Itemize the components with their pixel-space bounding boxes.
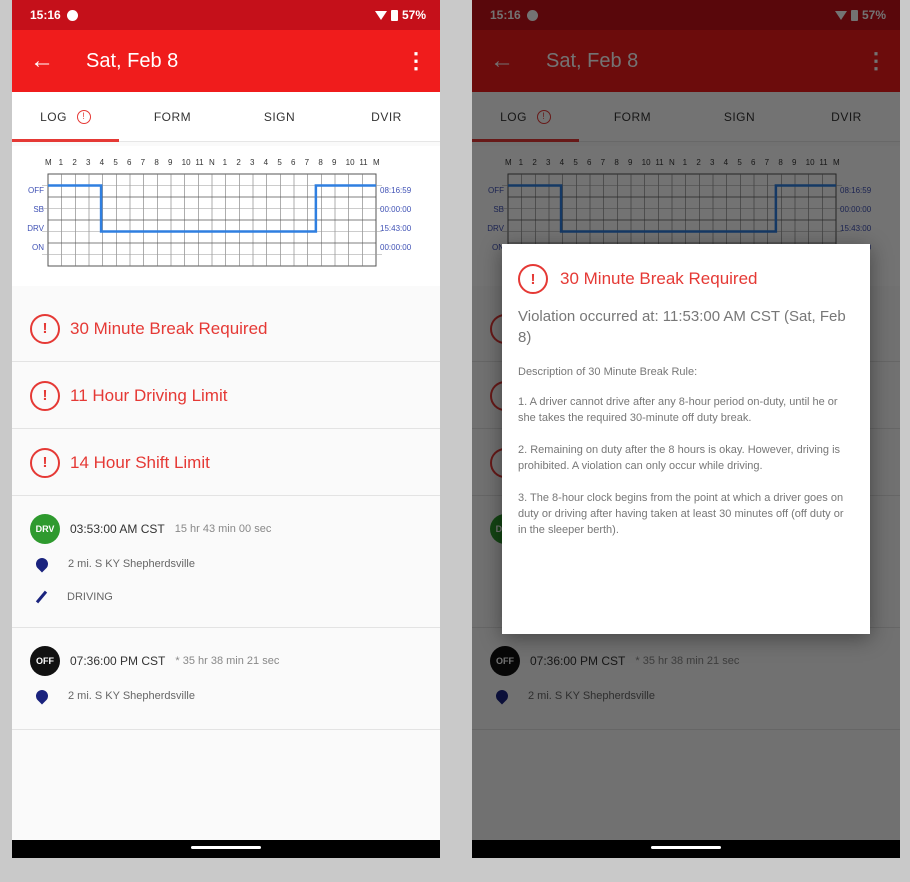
hour-tick-label: M <box>373 158 380 167</box>
hour-tick-label: 10 <box>345 158 355 167</box>
hour-tick-label: 5 <box>277 158 282 167</box>
hour-tick-label: 7 <box>304 158 310 167</box>
status-badge: DRV <box>30 514 60 544</box>
row-label-on: ON <box>32 243 44 252</box>
home-indicator[interactable] <box>651 846 721 849</box>
tab-log[interactable]: LOG ! <box>12 92 119 142</box>
status-time: 15:16 <box>30 8 61 22</box>
more-vert-icon[interactable]: ⋮ <box>392 48 440 74</box>
hour-tick-label: 9 <box>168 158 173 167</box>
app-bar: ← Sat, Feb 8 ⋮ <box>12 30 440 92</box>
hour-tick-label: 1 <box>222 158 228 167</box>
alert-circle-icon: ! <box>518 264 548 294</box>
tab-sign-label: SIGN <box>263 109 296 124</box>
event-row-off-duty[interactable]: OFF 07:36:00 PM CST * 35 hr 38 min 21 se… <box>12 630 440 730</box>
hour-tick-label: 1 <box>58 158 64 167</box>
dialog-title: 30 Minute Break Required <box>560 269 758 288</box>
tab-log-label: LOG <box>40 109 67 124</box>
violation-title: 11 Hour Driving Limit <box>70 385 228 405</box>
hour-tick-label: 9 <box>332 158 337 167</box>
row-label-drv: DRV <box>27 224 44 233</box>
hour-tick-label: 4 <box>99 158 105 167</box>
tab-form[interactable]: FORM <box>119 92 226 141</box>
violation-30-min-break[interactable]: ! 30 Minute Break Required <box>12 296 440 362</box>
tab-dvir-label: DVIR <box>371 109 402 124</box>
violation-title: 14 Hour Shift Limit <box>70 452 210 472</box>
event-duration: * 35 hr 38 min 21 sec <box>175 655 280 667</box>
rule-item-3: 3. The 8-hour clock begins from the poin… <box>518 492 844 536</box>
hour-tick-label: N <box>209 158 215 167</box>
total-off: 08:16:59 <box>380 186 412 195</box>
tab-bar: LOG ! FORM SIGN DVIR <box>12 92 440 142</box>
violation-title: 30 Minute Break Required <box>70 318 268 338</box>
total-on: 00:00:00 <box>380 243 412 252</box>
event-time: 07:36:00 PM CST <box>70 654 166 668</box>
hour-tick-label: 2 <box>72 158 77 167</box>
page-title: Sat, Feb 8 <box>86 49 179 72</box>
alert-circle-icon: ! <box>30 447 60 478</box>
log-graph[interactable]: M1234567891011N1234567891011M OFF SB DRV… <box>12 146 440 286</box>
log-graph-grid <box>42 173 382 267</box>
home-indicator[interactable] <box>191 846 261 849</box>
event-note: DRIVING <box>67 591 113 603</box>
rule-item-1: 1. A driver cannot drive after any 8-hou… <box>518 396 838 424</box>
hour-tick-label: 8 <box>318 158 323 167</box>
alert-circle-icon: ! <box>30 380 60 411</box>
system-nav-bar <box>472 840 900 858</box>
wifi-icon <box>374 10 387 20</box>
violation-11-hour-driving[interactable]: ! 11 Hour Driving Limit <box>12 363 440 429</box>
status-bar: 15:16 57% <box>12 0 440 30</box>
event-duration: 15 hr 43 min 00 sec <box>174 523 272 535</box>
tab-form-label: FORM <box>153 109 192 124</box>
warning-icon: ! <box>76 109 91 124</box>
arrow-back-icon[interactable]: ← <box>12 47 72 75</box>
hour-tick-label: 3 <box>250 158 255 167</box>
violation-dialog: ! 30 Minute Break Required Violation occ… <box>502 244 870 634</box>
pencil-icon <box>35 590 48 604</box>
status-badge: OFF <box>30 646 60 676</box>
hour-tick-label: 7 <box>140 158 146 167</box>
rule-description-title: Description of 30 Minute Break Rule: <box>518 366 698 378</box>
system-nav-bar <box>12 840 440 858</box>
alert-circle-icon: ! <box>30 313 60 344</box>
hour-tick-label: 11 <box>195 158 204 167</box>
hour-tick-label: 10 <box>181 158 191 167</box>
phone-screen-dialog: 15:16 57% ← Sat, Feb 8 ⋮ LOG ! FORM SIGN… <box>472 0 900 858</box>
hour-tick-label: 4 <box>263 158 269 167</box>
row-label-sb: SB <box>33 205 44 214</box>
hour-tick-label: 6 <box>127 158 132 167</box>
event-row-driving[interactable]: DRV 03:53:00 AM CST 15 hr 43 min 00 sec … <box>12 498 440 628</box>
notification-icon <box>66 9 78 21</box>
hour-tick-label: 3 <box>86 158 91 167</box>
violation-occurred-text: Violation occurred at: 11:53:00 AM CST (… <box>518 308 846 346</box>
phone-screen-log: 15:16 57% ← Sat, Feb 8 ⋮ LOG ! FORM SIGN… <box>12 0 440 858</box>
hour-tick-label: 2 <box>236 158 241 167</box>
hour-tick-label: 11 <box>359 158 368 167</box>
hour-tick-label: M <box>45 158 52 167</box>
total-drv: 15:43:00 <box>380 224 412 233</box>
location-pin-icon <box>33 687 51 705</box>
event-time: 03:53:00 AM CST <box>70 522 165 536</box>
battery-level: 57% <box>401 8 426 22</box>
event-location: 2 mi. S KY Shepherdsville <box>68 558 195 570</box>
row-label-off: OFF <box>28 186 44 195</box>
location-pin-icon <box>33 555 51 573</box>
tab-sign[interactable]: SIGN <box>226 92 333 141</box>
event-location: 2 mi. S KY Shepherdsville <box>68 690 195 702</box>
hour-tick-label: 6 <box>291 158 296 167</box>
tab-dvir[interactable]: DVIR <box>333 92 440 141</box>
rule-item-2: 2. Remaining on duty after the 8 hours i… <box>518 444 841 472</box>
battery-icon <box>390 9 398 21</box>
total-sb: 00:00:00 <box>380 205 412 214</box>
hour-tick-label: 8 <box>154 158 159 167</box>
hour-tick-label: 5 <box>113 158 118 167</box>
violation-14-hour-shift[interactable]: ! 14 Hour Shift Limit <box>12 430 440 496</box>
